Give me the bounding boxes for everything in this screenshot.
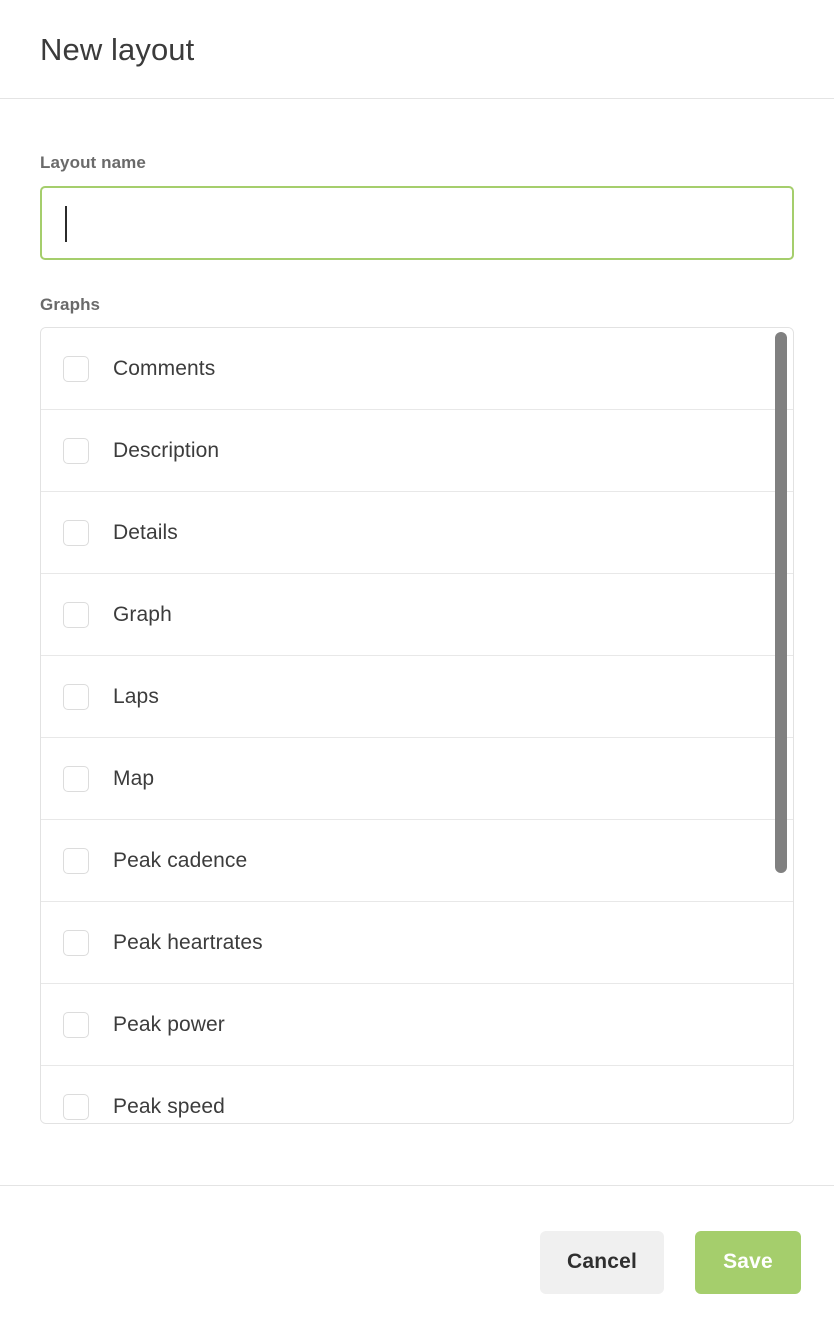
list-item-label: Graph (113, 602, 172, 626)
checkbox-icon[interactable] (63, 683, 89, 710)
list-item[interactable]: Peak power (41, 984, 793, 1066)
list-item[interactable]: Comments (41, 328, 793, 410)
dialog-header: New layout (0, 0, 834, 99)
cancel-button[interactable]: Cancel (540, 1230, 664, 1294)
checkbox-icon[interactable] (63, 929, 89, 956)
list-item[interactable]: Description (41, 410, 793, 492)
dialog-body: Layout name Graphs Comments Description De… (0, 99, 834, 1185)
checkbox-icon[interactable] (63, 519, 89, 546)
list-item-label: Description (113, 438, 220, 462)
checkbox-icon[interactable] (63, 355, 89, 382)
list-item[interactable]: Map (41, 738, 793, 820)
graphs-list: Comments Description Details Graph Laps Map Pe… (40, 327, 794, 1124)
checkbox-icon[interactable] (63, 437, 89, 464)
text-cursor (65, 206, 67, 242)
dialog-footer: Cancel Save (0, 1185, 834, 1338)
checkbox-icon[interactable] (63, 847, 89, 874)
graphs-label: Graphs (40, 295, 101, 314)
list-item[interactable]: Peak heartrates (41, 902, 793, 984)
page-title: New layout (40, 31, 195, 67)
graphs-scrollbar-thumb[interactable] (775, 332, 787, 873)
list-item-label: Comments (113, 356, 216, 380)
layout-name-label: Layout name (40, 153, 146, 172)
list-item[interactable]: Laps (41, 656, 793, 738)
list-item-label: Details (113, 520, 178, 544)
graphs-scroll-area[interactable]: Comments Description Details Graph Laps Map Pe… (41, 328, 793, 1123)
checkbox-icon[interactable] (63, 601, 89, 628)
list-item-label: Peak speed (113, 1095, 225, 1118)
list-item[interactable]: Peak speed (41, 1066, 793, 1123)
list-item-label: Map (113, 766, 155, 790)
layout-name-input[interactable] (62, 188, 772, 258)
checkbox-icon[interactable] (63, 1094, 89, 1120)
graphs-scrollbar[interactable] (775, 328, 787, 1123)
list-item-label: Peak heartrates (113, 930, 263, 954)
checkbox-icon[interactable] (63, 765, 89, 792)
list-item-label: Laps (113, 684, 159, 708)
list-item[interactable]: Graph (41, 574, 793, 656)
list-item-label: Peak power (113, 1012, 225, 1036)
checkbox-icon[interactable] (63, 1011, 89, 1038)
new-layout-dialog: New layout Layout name Graphs Comments De… (0, 0, 834, 1338)
list-item-label: Peak cadence (113, 848, 248, 872)
save-button[interactable]: Save (695, 1230, 801, 1294)
list-item[interactable]: Peak cadence (41, 820, 793, 902)
layout-name-field[interactable] (40, 186, 794, 260)
list-item[interactable]: Details (41, 492, 793, 574)
